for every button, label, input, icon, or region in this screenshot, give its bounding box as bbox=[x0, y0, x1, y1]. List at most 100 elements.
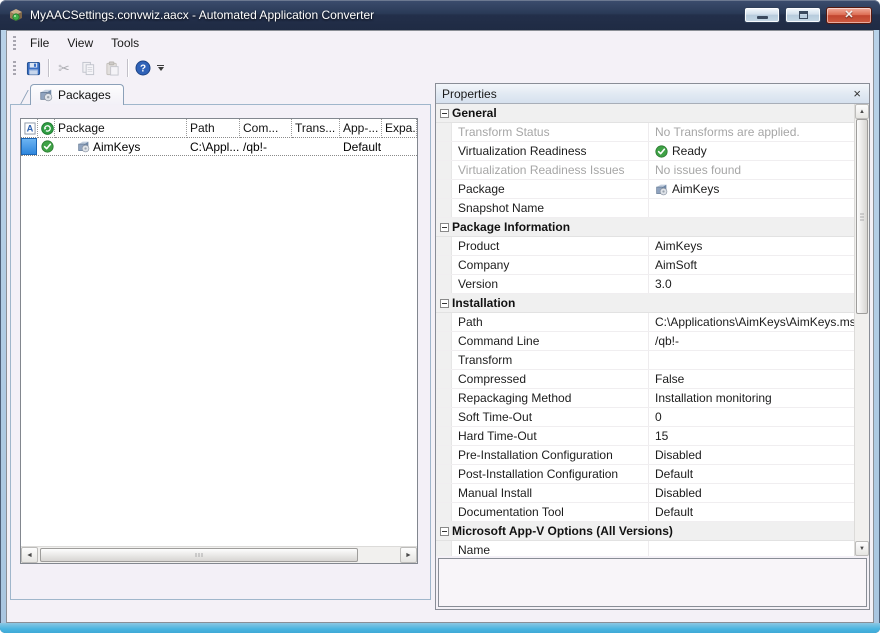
properties-close-icon[interactable]: × bbox=[851, 87, 863, 100]
save-button[interactable] bbox=[21, 57, 45, 79]
column-header-label: App-... bbox=[343, 121, 378, 135]
horizontal-scrollbar[interactable]: ◄ ► bbox=[21, 546, 417, 563]
column-header-com[interactable]: Com... bbox=[240, 119, 292, 138]
menu-tools[interactable]: Tools bbox=[102, 33, 148, 53]
property-row[interactable]: Post-Installation ConfigurationDefault bbox=[436, 465, 854, 484]
row-margin bbox=[436, 370, 452, 388]
scroll-left-icon[interactable]: ◄ bbox=[21, 547, 38, 563]
app-window: MyAACSettings.convwiz.aacx - Automated A… bbox=[0, 0, 880, 633]
property-row[interactable]: Version3.0 bbox=[436, 275, 854, 294]
property-value[interactable]: AimKeys bbox=[648, 237, 854, 255]
property-row[interactable]: Transform StatusNo Transforms are applie… bbox=[436, 123, 854, 142]
property-value[interactable]: AimSoft bbox=[648, 256, 854, 274]
collapse-icon[interactable] bbox=[440, 223, 449, 232]
property-row[interactable]: PackageAimKeys bbox=[436, 180, 854, 199]
vertical-scroll-track[interactable] bbox=[855, 119, 869, 541]
scroll-down-icon[interactable]: ▼ bbox=[855, 541, 869, 556]
property-value[interactable] bbox=[648, 541, 854, 556]
package-list: A PackagePathCom...Trans...App-... Expa...… bbox=[20, 118, 418, 564]
minimize-button[interactable] bbox=[744, 7, 780, 23]
property-row[interactable]: Command Line/qb!- bbox=[436, 332, 854, 351]
column-header-path[interactable]: Path bbox=[187, 119, 240, 138]
menu-file[interactable]: File bbox=[21, 33, 58, 53]
row-margin bbox=[436, 465, 452, 483]
property-name: Snapshot Name bbox=[452, 199, 648, 217]
property-value-label: AimSoft bbox=[655, 258, 697, 272]
package-row[interactable]: AimKeysC:\Appl.../qb!-Default bbox=[21, 138, 417, 156]
property-row[interactable]: ProductAimKeys bbox=[436, 237, 854, 256]
property-row[interactable]: Virtualization Readiness IssuesNo issues… bbox=[436, 161, 854, 180]
column-header-app[interactable]: App-... bbox=[340, 119, 382, 138]
properties-panel: Properties × GeneralTransform StatusNo T… bbox=[435, 83, 870, 610]
help-button[interactable]: ? bbox=[131, 57, 155, 79]
column-header-trans[interactable]: Trans... bbox=[292, 119, 340, 138]
property-name: Soft Time-Out bbox=[452, 408, 648, 426]
horizontal-scroll-thumb[interactable] bbox=[40, 548, 358, 562]
collapse-icon[interactable] bbox=[440, 109, 449, 118]
property-value[interactable]: 15 bbox=[648, 427, 854, 445]
check-icon bbox=[41, 140, 54, 153]
property-value[interactable]: Disabled bbox=[648, 446, 854, 464]
collapse-icon[interactable] bbox=[440, 527, 449, 536]
toolbar-grip-handle[interactable] bbox=[13, 61, 16, 75]
property-row[interactable]: CompanyAimSoft bbox=[436, 256, 854, 275]
property-row[interactable]: Manual InstallDisabled bbox=[436, 484, 854, 503]
property-name: Compressed bbox=[452, 370, 648, 388]
maximize-button[interactable] bbox=[785, 7, 821, 23]
property-row[interactable]: Transform bbox=[436, 351, 854, 370]
property-row[interactable]: Documentation ToolDefault bbox=[436, 503, 854, 522]
packages-pane: Packages A PackagePathCom...Trans...App-.… bbox=[10, 83, 431, 600]
property-value[interactable]: 3.0 bbox=[648, 275, 854, 293]
property-value[interactable]: Disabled bbox=[648, 484, 854, 502]
column-header-package[interactable]: Package bbox=[55, 119, 187, 138]
property-grid-rows: GeneralTransform StatusNo Transforms are… bbox=[436, 104, 854, 556]
property-row[interactable]: CompressedFalse bbox=[436, 370, 854, 389]
copy-button[interactable] bbox=[76, 57, 100, 79]
property-row[interactable]: Pre-Installation ConfigurationDisabled bbox=[436, 446, 854, 465]
menu-view[interactable]: View bbox=[58, 33, 102, 53]
column-header-expa[interactable]: Expa... bbox=[382, 119, 417, 138]
row-margin bbox=[436, 427, 452, 445]
property-value[interactable]: AimKeys bbox=[648, 180, 854, 198]
vertical-scroll-thumb[interactable] bbox=[856, 119, 868, 314]
property-value[interactable]: Default bbox=[648, 503, 854, 521]
property-value[interactable]: 0 bbox=[648, 408, 854, 426]
property-value[interactable] bbox=[648, 351, 854, 369]
title-bar[interactable]: MyAACSettings.convwiz.aacx - Automated A… bbox=[0, 0, 880, 30]
close-button[interactable]: ✕ bbox=[826, 7, 872, 24]
property-row[interactable]: Snapshot Name bbox=[436, 199, 854, 218]
toolbar-overflow-icon[interactable] bbox=[157, 65, 164, 71]
property-value[interactable]: False bbox=[648, 370, 854, 388]
property-value-label: Installation monitoring bbox=[655, 391, 772, 405]
scroll-up-icon[interactable]: ▲ bbox=[855, 104, 869, 119]
column-header-refresh-icon[interactable] bbox=[38, 119, 55, 138]
menu-grip-handle[interactable] bbox=[13, 36, 16, 50]
property-row[interactable]: Name bbox=[436, 541, 854, 556]
property-value[interactable]: C:\Applications\AimKeys\AimKeys.msi bbox=[648, 313, 854, 331]
property-row[interactable]: Virtualization ReadinessReady bbox=[436, 142, 854, 161]
column-header-sort-letter-icon[interactable]: A bbox=[21, 119, 38, 138]
property-group-header[interactable]: Package Information bbox=[436, 218, 854, 237]
property-row[interactable]: PathC:\Applications\AimKeys\AimKeys.msi bbox=[436, 313, 854, 332]
paste-button[interactable] bbox=[100, 57, 124, 79]
property-value[interactable]: No issues found bbox=[648, 161, 854, 179]
property-value[interactable]: Installation monitoring bbox=[648, 389, 854, 407]
property-group-header[interactable]: General bbox=[436, 104, 854, 123]
row-margin bbox=[436, 332, 452, 350]
property-row[interactable]: Hard Time-Out15 bbox=[436, 427, 854, 446]
scroll-right-icon[interactable]: ► bbox=[400, 547, 417, 563]
cut-button[interactable]: ✂ bbox=[52, 57, 76, 79]
property-grid: GeneralTransform StatusNo Transforms are… bbox=[436, 104, 869, 556]
property-value[interactable]: Ready bbox=[648, 142, 854, 160]
collapse-icon[interactable] bbox=[440, 299, 449, 308]
property-row[interactable]: Soft Time-Out0 bbox=[436, 408, 854, 427]
vertical-scrollbar[interactable]: ▲ ▼ bbox=[854, 104, 869, 556]
property-value[interactable]: No Transforms are applied. bbox=[648, 123, 854, 141]
property-group-header[interactable]: Installation bbox=[436, 294, 854, 313]
tab-packages[interactable]: Packages bbox=[30, 84, 124, 105]
property-value[interactable] bbox=[648, 199, 854, 217]
property-row[interactable]: Repackaging MethodInstallation monitorin… bbox=[436, 389, 854, 408]
property-value[interactable]: /qb!- bbox=[648, 332, 854, 350]
property-value[interactable]: Default bbox=[648, 465, 854, 483]
property-group-header[interactable]: Microsoft App-V Options (All Versions) bbox=[436, 522, 854, 541]
